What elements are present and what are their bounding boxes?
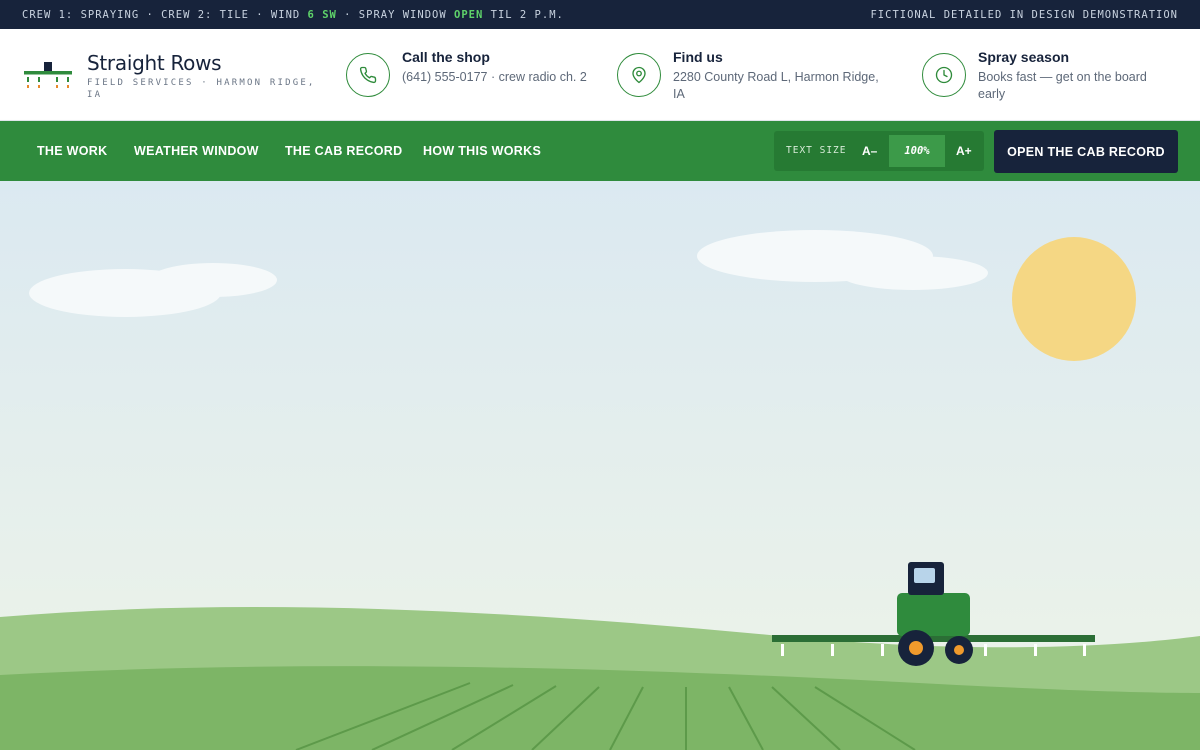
field-illustration (0, 181, 1200, 750)
sun-icon (1012, 237, 1136, 361)
sprayer-logo-icon (24, 62, 72, 88)
ticker-status-text: CREW 1: SPRAYING · CREW 2: TILE · WIND 6… (22, 8, 564, 21)
open-cab-record-button[interactable]: OPEN THE CAB RECORD (994, 130, 1178, 173)
map-pin-icon (617, 53, 661, 97)
brand-name: Straight Rows (87, 51, 222, 75)
text-size-decrease-button[interactable]: A– (862, 131, 877, 171)
contact-find-us: Find us 2280 County Road L, Harmon Ridge… (617, 49, 897, 109)
text-size-label: TEXT SIZE (786, 145, 847, 156)
nav-link-weather-window[interactable]: WEATHER WINDOW (134, 121, 259, 181)
info-title: Spray season (978, 49, 1070, 65)
nav-link-the-work[interactable]: THE WORK (37, 121, 107, 181)
address-text: 2280 County Road L, Harmon Ridge, IA (673, 70, 879, 101)
text-size-value: 100% (889, 135, 945, 167)
info-title: Call the shop (402, 49, 490, 65)
brand-subtitle: FIELD SERVICES · HARMON RIDGE, IA (87, 78, 316, 100)
site-header: Straight Rows FIELD SERVICES · HARMON RI… (0, 29, 1200, 121)
brand-logo-link[interactable]: Straight Rows FIELD SERVICES · HARMON RI… (24, 49, 324, 109)
wind-value: 6 SW (307, 8, 337, 21)
contact-call-shop: Call the shop (641) 555-0177 · crew radi… (346, 49, 596, 109)
status-ticker: CREW 1: SPRAYING · CREW 2: TILE · WIND 6… (0, 0, 1200, 29)
clock-icon (922, 53, 966, 97)
phone-icon (346, 53, 390, 97)
nav-link-the-cab-record[interactable]: THE CAB RECORD (285, 121, 402, 181)
phone-number-link[interactable]: (641) 555-0177 · crew radio ch. 2 (402, 69, 592, 86)
ticker-disclaimer: FICTIONAL DETAILED IN DESIGN DEMONSTRATI… (870, 8, 1178, 21)
text-size-control: TEXT SIZE A– 100% A+ (774, 131, 984, 171)
info-text: Books fast — get on the board early (978, 70, 1147, 101)
text-size-increase-button[interactable]: A+ (956, 131, 972, 171)
nav-link-how-this-works[interactable]: HOW THIS WORKS (423, 121, 541, 181)
spray-season-info: Spray season Books fast — get on the boa… (922, 49, 1182, 109)
info-title: Find us (673, 49, 723, 65)
main-nav: THE WORK WEATHER WINDOW THE CAB RECORD H… (0, 121, 1200, 181)
spray-window-status: OPEN (454, 8, 484, 21)
